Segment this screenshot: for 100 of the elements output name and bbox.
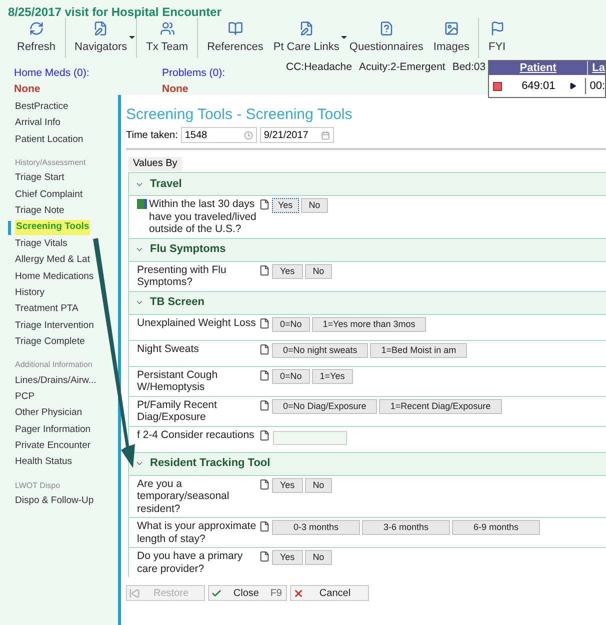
problems-label[interactable]: Problems (0): — [162, 66, 286, 82]
date-field[interactable]: 9/21/2017 — [260, 127, 334, 143]
note-icon[interactable] — [259, 521, 270, 532]
option-button[interactable]: 3-6 months — [362, 520, 450, 535]
question-label: Persistant Cough W/Hemoptysis — [137, 368, 219, 394]
note-icon[interactable] — [259, 478, 270, 490]
sidebar-item[interactable]: Triage Vitals — [15, 236, 68, 252]
footer-button[interactable]: Close F9 — [208, 585, 287, 601]
sidebar-item[interactable]: Home Medications — [15, 270, 94, 284]
option-button[interactable]: No — [304, 478, 332, 492]
section-header[interactable]: Travel — [129, 172, 606, 195]
question-label: Do you have a primary care provider? — [137, 550, 244, 575]
section-heading: History/Assessment — [14, 157, 87, 170]
section-header[interactable]: Flu Symptoms — [129, 238, 606, 260]
flag-icon — [490, 20, 505, 36]
sidebar-item[interactable]: Treatment PTA — [15, 302, 78, 317]
table-cell: 00: — [584, 78, 605, 94]
clock-icon[interactable] — [244, 130, 253, 140]
people-icon — [160, 20, 175, 36]
sidebar-item[interactable]: Health Status — [15, 455, 72, 470]
option-button[interactable]: Yes — [272, 550, 303, 565]
question-label: Presenting with Flu Symptoms? — [137, 264, 228, 288]
option-button[interactable]: 1=Yes more than 3mos — [312, 316, 426, 332]
bed: Bed:03 — [452, 60, 486, 75]
toolbar-button[interactable]: Navigators — [70, 18, 132, 58]
toolbar-button[interactable]: Questionnaires — [344, 18, 428, 58]
skip-back-icon — [129, 588, 140, 598]
sidebar-item[interactable]: History — [15, 286, 45, 300]
option-button[interactable]: 1=Bed Moist in am — [370, 342, 468, 358]
sidebar-item[interactable]: Triage Intervention — [15, 318, 94, 333]
footer-button[interactable]: Cancel — [290, 585, 369, 601]
chevron-icon[interactable] — [135, 298, 144, 307]
toolbar-button[interactable]: Refresh — [12, 18, 61, 58]
toolbar-button[interactable]: FYI — [483, 18, 511, 58]
sidebar-item[interactable]: Triage Start — [15, 171, 64, 186]
section-heading: Additional Information — [14, 359, 94, 372]
option-button[interactable]: 0-3 months — [272, 520, 360, 535]
question-label: Are you a temporary/seasonal resident? — [137, 478, 230, 515]
note-icon[interactable] — [259, 199, 270, 210]
note-icon[interactable] — [259, 370, 270, 380]
calendar-icon[interactable] — [320, 130, 330, 140]
note-icon[interactable] — [259, 551, 270, 562]
chevron-icon[interactable] — [135, 245, 144, 254]
option-button[interactable]: No — [300, 198, 328, 213]
question-label: What is your approximate length of stay? — [137, 520, 258, 545]
section-header[interactable]: Resident Tracking Tool — [129, 452, 606, 474]
question-label: Unexplained Weight Loss — [137, 316, 256, 330]
option-button[interactable]: No — [304, 550, 332, 565]
option-button[interactable]: 6-9 months — [452, 520, 540, 535]
chevron-icon[interactable] — [135, 459, 144, 468]
note-icon[interactable] — [259, 430, 270, 440]
values-by-button[interactable]: Values By — [128, 157, 182, 171]
sidebar-item[interactable]: Pager Information — [15, 422, 91, 437]
option-button[interactable]: No — [304, 264, 332, 278]
pen-document-icon — [93, 20, 108, 36]
note-icon[interactable] — [259, 318, 270, 328]
column-header[interactable]: La — [588, 61, 605, 75]
toolbar-button[interactable]: Tx Team — [141, 18, 194, 58]
section-header[interactable]: TB Screen — [129, 290, 606, 314]
sidebar-item[interactable]: Dispo & Follow-Up — [15, 494, 94, 508]
toolbar-button[interactable]: Images — [428, 18, 474, 58]
option-button[interactable]: 0=No — [272, 368, 310, 384]
option-button[interactable]: Yes — [272, 198, 299, 213]
option-button[interactable]: Yes — [272, 478, 303, 492]
column-header[interactable]: Patient — [489, 61, 588, 75]
sidebar-item[interactable]: Lines/Drains/Airw... — [15, 374, 96, 388]
toolbar-button[interactable]: References — [202, 18, 268, 58]
toolbar-button[interactable]: Pt Care Links — [268, 18, 344, 58]
sidebar-item[interactable]: Chief Complaint — [15, 188, 83, 202]
refresh-icon — [28, 20, 44, 36]
sidebar-item[interactable]: Arrival Info — [15, 116, 60, 131]
acuity: Acuity:2-Emergent — [358, 60, 446, 75]
sidebar-item[interactable]: Triage Note — [15, 204, 64, 218]
sidebar-item[interactable]: Allergy Med & Lat — [15, 253, 90, 268]
home-meds-label[interactable]: Home Meds (0): — [14, 66, 162, 82]
note-icon[interactable] — [259, 400, 270, 410]
play-icon[interactable] — [569, 82, 577, 90]
option-button[interactable]: 0=No — [272, 316, 310, 332]
question-label: Night Sweats — [137, 342, 199, 356]
time-label: Time taken: — [126, 128, 178, 142]
sidebar-item[interactable]: PCP — [15, 390, 35, 404]
option-button[interactable]: 0=No Diag/Exposure — [272, 398, 378, 414]
sidebar-item[interactable]: BestPractice — [15, 100, 68, 114]
sidebar-item[interactable]: Patient Location — [15, 132, 84, 148]
time-field[interactable]: 1548 — [180, 127, 257, 143]
option-button[interactable]: Yes — [272, 264, 303, 278]
sidebar-item[interactable]: Triage Complete — [15, 335, 85, 350]
section-heading: LWOT Dispo — [14, 480, 62, 492]
home-meds-value: None — [14, 82, 42, 97]
option-button[interactable]: 0=No night sweats — [272, 342, 368, 358]
question-document-icon — [378, 20, 394, 36]
note-icon[interactable] — [259, 344, 270, 354]
problems-value: None — [162, 82, 190, 97]
option-button[interactable]: 1=Yes — [312, 368, 353, 384]
picture-icon — [444, 20, 459, 36]
note-icon[interactable] — [259, 264, 270, 276]
input-field[interactable] — [273, 430, 347, 444]
sidebar-item[interactable]: Private Encounter — [15, 439, 91, 454]
option-button[interactable]: 1=Recent Diag/Exposure — [379, 398, 502, 414]
sidebar-item[interactable]: Other Physician — [15, 406, 82, 421]
